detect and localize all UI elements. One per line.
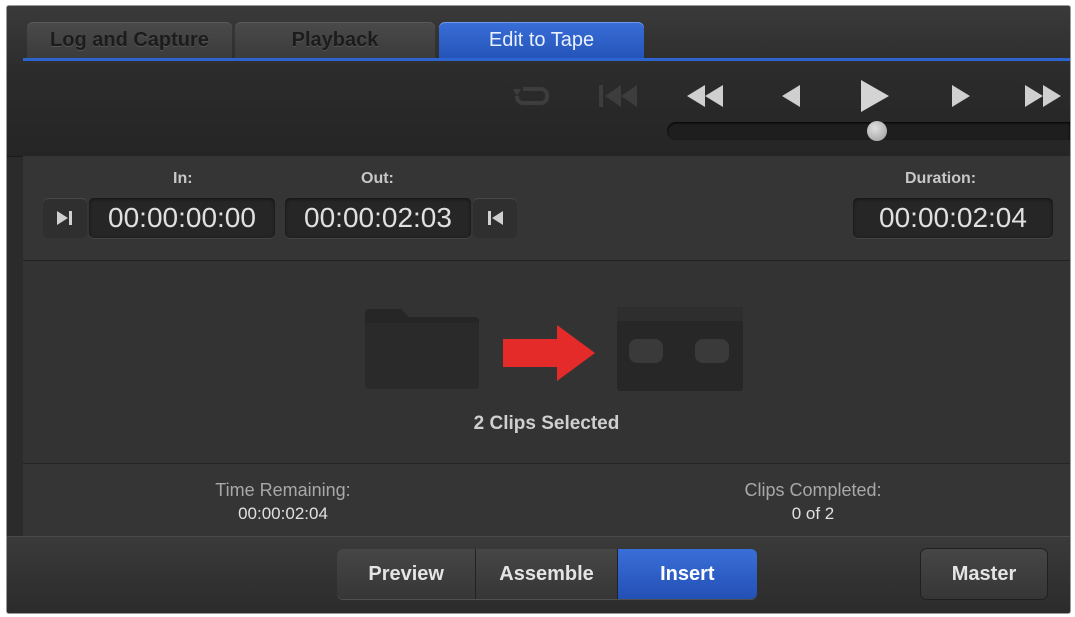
jog-shuttle-knob[interactable] [866,121,887,141]
loop-button[interactable] [503,76,559,116]
play-icon [861,80,889,112]
go-to-out-icon [488,211,503,225]
clips-completed-value: 0 of 2 [791,504,835,523]
fast-forward-button[interactable] [1015,76,1070,116]
clips-completed-label: Clips Completed: [744,480,882,500]
timecode-section: In: Out: Duration: 00:00:00:00 00:00:02:… [23,156,1070,261]
edit-mode-segmented-control: Preview Assemble Insert [337,549,757,599]
step-back-button[interactable] [763,76,819,116]
loop-icon [513,87,549,105]
out-label: Out: [361,170,394,187]
step-back-icon [782,85,800,107]
tape-cassette-icon [617,307,743,391]
folder-icon [365,309,479,389]
master-button[interactable]: Master [921,549,1047,599]
out-timecode-field[interactable]: 00:00:02:03 [285,198,471,238]
transport-controls [7,64,1070,157]
tab-underline [23,58,1070,61]
transfer-arrow-icon [503,325,595,381]
rewind-icon [687,85,723,107]
go-to-start-button[interactable] [591,76,647,116]
assemble-button[interactable]: Assemble [476,549,618,599]
duration-timecode-field: 00:00:02:04 [853,198,1053,238]
step-forward-button[interactable] [933,76,989,116]
duration-label: Duration: [905,170,977,187]
step-forward-icon [952,85,970,107]
in-timecode-field[interactable]: 00:00:00:00 [89,198,275,238]
time-remaining-label: Time Remaining: [215,480,351,500]
time-remaining-value: 00:00:02:04 [238,504,328,523]
preview-button[interactable]: Preview [337,549,477,599]
insert-button[interactable]: Insert [617,549,757,599]
go-to-in-button[interactable] [43,198,87,238]
play-button[interactable] [847,76,903,116]
status-section: Time Remaining: 00:00:02:04 Clips Comple… [23,464,1070,536]
go-to-out-button[interactable] [473,198,517,238]
tab-log-and-capture[interactable]: Log and Capture [27,22,232,58]
rewind-button[interactable] [677,76,733,116]
edit-to-tape-window: Log and Capture Playback Edit to Tape In… [6,5,1071,614]
tab-playback[interactable]: Playback [235,22,435,58]
go-to-start-icon [599,85,637,107]
clips-to-tape-graphic: 2 Clips Selected [23,261,1070,464]
in-label: In: [173,170,193,187]
tab-bar: Log and Capture Playback Edit to Tape [7,6,1070,64]
fast-forward-icon [1025,85,1061,107]
clips-selected-label: 2 Clips Selected [473,413,620,434]
go-to-in-icon [57,211,72,225]
tab-edit-to-tape[interactable]: Edit to Tape [439,22,644,58]
mode-bar: Preview Assemble Insert Master [7,536,1070,613]
